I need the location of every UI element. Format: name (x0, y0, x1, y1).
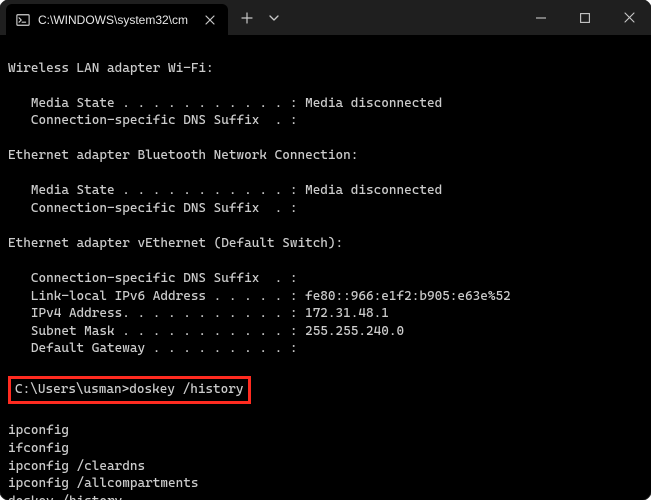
output-line: Ethernet adapter vEthernet (Default Swit… (8, 236, 343, 251)
output-line: Subnet Mask . . . . . . . . . . . : 255.… (8, 324, 404, 339)
output-line: IPv4 Address. . . . . . . . . . . : 172.… (8, 306, 389, 321)
tab-title: C:\WINDOWS\system32\cmd. (38, 13, 188, 27)
history-entry: ipconfig /allcompartments (8, 476, 198, 491)
history-entry: doskey /history (8, 494, 122, 500)
cmd-icon (16, 13, 30, 27)
output-line: Wireless LAN adapter Wi-Fi: (8, 61, 214, 76)
history-entry: ipconfig /cleardns (8, 459, 145, 474)
tab-close-button[interactable] (202, 12, 218, 28)
terminal-window: C:\WINDOWS\system32\cmd. Wireless LAN ad… (0, 0, 651, 500)
history-entry: ifconfig (8, 441, 69, 456)
output-line: Connection-specific DNS Suffix . : (8, 113, 297, 128)
history-entry: ipconfig (8, 423, 69, 438)
output-line: Connection-specific DNS Suffix . : (8, 201, 297, 216)
tab-cmd[interactable]: C:\WINDOWS\system32\cmd. (6, 4, 228, 36)
output-line: Connection-specific DNS Suffix . : (8, 271, 297, 286)
output-line: Ethernet adapter Bluetooth Network Conne… (8, 148, 358, 163)
minimize-button[interactable] (519, 0, 563, 36)
terminal-viewport[interactable]: Wireless LAN adapter Wi-Fi: Media State … (0, 36, 651, 500)
highlighted-command: C:\Users\usman>doskey /history (8, 376, 251, 404)
maximize-button[interactable] (563, 0, 607, 36)
output-line: Media State . . . . . . . . . . . : Medi… (8, 183, 442, 198)
output-line: Default Gateway . . . . . . . . . : (8, 341, 297, 356)
command-text: C:\Users\usman>doskey /history (15, 382, 244, 397)
tab-dropdown-button[interactable] (262, 3, 286, 33)
close-button[interactable] (607, 0, 651, 36)
new-tab-button[interactable] (232, 3, 262, 33)
titlebar[interactable]: C:\WINDOWS\system32\cmd. (0, 0, 651, 36)
output-line: Media State . . . . . . . . . . . : Medi… (8, 96, 442, 111)
output-line: Link-local IPv6 Address . . . . . : fe80… (8, 289, 511, 304)
